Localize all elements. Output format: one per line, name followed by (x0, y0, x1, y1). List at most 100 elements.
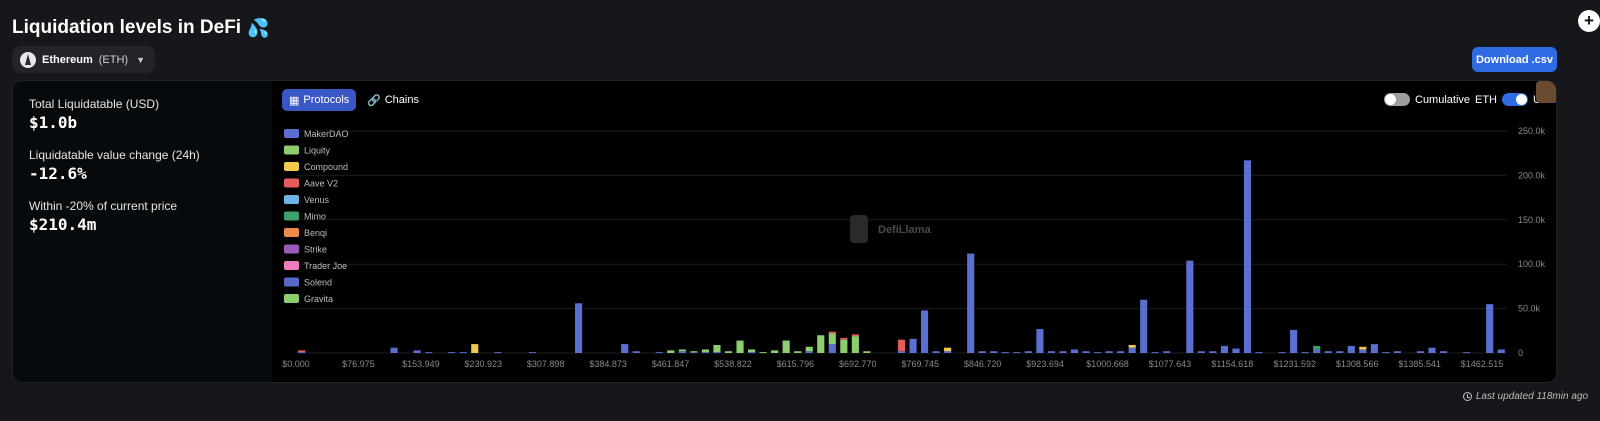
page-title: Liquidation levels in DeFi 💦 (12, 17, 270, 39)
x-tick-label: $1000.668 (1086, 359, 1129, 369)
bar-segment (909, 338, 917, 353)
avatar (1536, 81, 1556, 103)
bar-segment (759, 352, 767, 354)
bar-segment (1313, 345, 1321, 350)
bar-segment (805, 351, 813, 353)
watermark-text: DefiLlama (878, 224, 931, 236)
bar-segment (828, 344, 836, 353)
tab-chains[interactable]: 🔗 Chains (360, 89, 426, 111)
bar-segment (944, 347, 952, 352)
bar-segment (701, 352, 710, 354)
stat-label: Within -20% of current price (29, 199, 178, 213)
legend-label: Mimo (304, 212, 326, 222)
liquidation-card: Total Liquidatable (USD) $1.0b Liquidata… (12, 80, 1557, 383)
currency-switch[interactable] (1502, 93, 1528, 106)
x-tick-label: $846.720 (964, 359, 1002, 369)
eth-label: ETH (1475, 93, 1497, 106)
bar-segment (920, 310, 929, 353)
x-tick-label: $1231.592 (1273, 359, 1316, 369)
stat-total-liquidatable: Total Liquidatable (USD) $1.0b (29, 97, 256, 132)
legend-swatch (284, 178, 299, 188)
stat-label: Total Liquidatable (USD) (29, 97, 160, 111)
bar-segment (1151, 352, 1159, 354)
bar-segment (1105, 351, 1113, 353)
x-tick-label: $230.923 (464, 359, 502, 369)
legend-label: Strike (304, 245, 327, 255)
last-updated: Last updated 118min ago (1475, 391, 1588, 402)
page-title-text: Liquidation levels in DeFi (12, 17, 242, 38)
stat-value: $1.0b (29, 113, 78, 132)
bar-segment (1140, 299, 1148, 353)
bar-segment (840, 339, 848, 353)
legend: MakerDAO Liquity Compound Aave V2 Venus Mimo B… (284, 129, 349, 304)
bar-segment (747, 349, 756, 353)
liquidation-chart: DefiLlama 0 50.0k 100.0k 150.0k 200.0k 250.0k… (282, 126, 1546, 369)
bar-segment (1059, 351, 1067, 353)
legend-swatch (284, 129, 299, 138)
bar-segment (782, 340, 790, 353)
x-tick-label: $76.975 (342, 359, 375, 369)
y-tick-label: 100.0k (1518, 259, 1546, 269)
cumulative-toggle[interactable]: Cumulative (1384, 93, 1470, 106)
bar-segment (1001, 352, 1009, 354)
bar-segment (944, 351, 952, 353)
bar-segment (794, 351, 802, 353)
stat-within-20pct: Within -20% of current price $210.4m (29, 199, 256, 234)
stats-panel: Total Liquidatable (USD) $1.0b Liquidata… (13, 81, 272, 382)
bar-segment (1416, 351, 1425, 353)
bar-segment (1186, 260, 1194, 353)
bar-segment (967, 253, 975, 353)
ethereum-icon (20, 51, 36, 68)
bar-segment (1324, 351, 1332, 353)
x-tick-label: $384.873 (589, 359, 627, 369)
bar-segment (690, 352, 698, 354)
bar-segment (1024, 351, 1032, 353)
chain-name: Ethereum (42, 53, 93, 66)
bar-segment (932, 351, 940, 353)
bar-segment (713, 352, 721, 354)
x-tick-label: $538.822 (714, 359, 752, 369)
bar-segment (1243, 160, 1252, 353)
x-tick-label: $769.745 (901, 359, 939, 369)
bar-segment (528, 352, 537, 354)
cumulative-label: Cumulative (1415, 93, 1471, 106)
chain-selector[interactable]: Ethereum (ETH) ▼ (12, 46, 155, 73)
chain-symbol: (ETH) (98, 53, 129, 66)
x-tick-label: $1154.618 (1211, 359, 1253, 369)
x-tick-labels: $0.000 $76.975 $153.949 $230.923 $307.898 $38… (282, 359, 1503, 369)
download-csv-button[interactable]: Download .csv (1472, 47, 1557, 72)
tab-chains-label: Chains (384, 94, 419, 106)
bar-segment (632, 351, 640, 353)
bar-segment (298, 350, 306, 353)
legend-label: Venus (304, 195, 330, 205)
stat-value: $210.4m (29, 215, 97, 234)
y-tick-label: 150.0k (1518, 215, 1546, 225)
legend-swatch (284, 162, 299, 171)
tab-protocols[interactable]: ▦ Protocols (282, 89, 357, 111)
bar-segment (390, 347, 398, 353)
x-tick-label: $0.000 (282, 359, 310, 369)
bar-segment (1255, 352, 1263, 354)
grid-lines (296, 130, 1507, 354)
legend-label: Solend (304, 278, 332, 288)
bar-segment (667, 350, 675, 353)
bar-segment (1082, 351, 1090, 353)
chevron-down-icon: ▼ (136, 54, 145, 65)
bar-segment (1013, 352, 1021, 354)
y-tick-label: 50.0k (1518, 304, 1541, 314)
bar-segment (840, 337, 848, 340)
plus-icon[interactable]: + (1578, 10, 1600, 32)
legend-label: MakerDAO (304, 129, 349, 139)
bar-segment (1093, 352, 1102, 354)
cumulative-switch[interactable] (1384, 93, 1410, 106)
bar-segment (1313, 349, 1321, 353)
map-icon: ▦ (289, 94, 300, 107)
x-tick-label: $153.949 (402, 359, 440, 369)
bar-segment (1278, 352, 1286, 354)
legend-swatch (284, 294, 299, 303)
chart-area: ▦ Protocols 🔗 Chains Cumulative ETH USD (272, 81, 1556, 382)
bar-segment (1209, 351, 1217, 353)
bar-segment (1220, 345, 1229, 353)
x-tick-label: $1385.541 (1398, 359, 1441, 369)
x-tick-label: $1308.566 (1336, 359, 1379, 369)
